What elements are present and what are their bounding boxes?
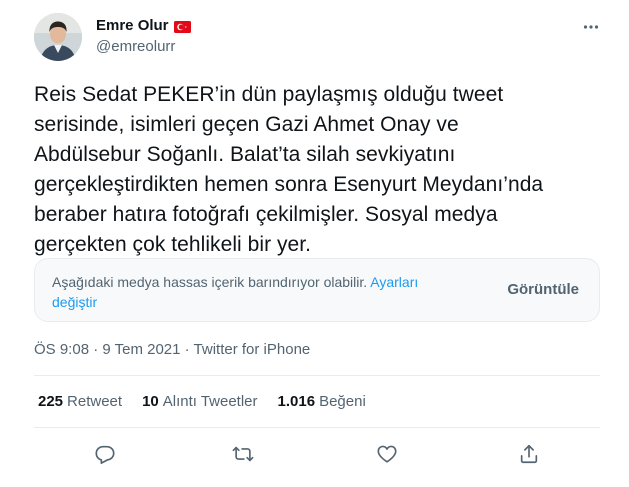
likes-stat[interactable]: 1.016 Beğeni [278,392,366,412]
sensitive-warning-label: Aşağıdaki medya hassas içerik barındırıy… [52,274,371,290]
divider [34,375,600,376]
tweet-text-line: Reis Sedat PEKER’in dün paylaşmış olduğu… [34,83,504,106]
heart-icon[interactable] [374,441,400,467]
tweet-timestamp[interactable]: ÖS 9:08 · 9 Tem 2021 · Twitter for iPhon… [34,340,310,360]
quotes-count: 10 [142,393,159,410]
tweet-text-line: beraber hatıra fotoğrafı çekilmişler. So… [34,203,498,226]
display-name[interactable]: Emre Olur [96,16,169,36]
likes-count: 1.016 [277,393,316,410]
tweet-text-line: serisinde, isimleri geçen Gazi Ahmet Ona… [34,113,459,136]
likes-label: Beğeni [319,393,366,410]
tweet-text-line: gerçekten çok tehlikeli bir yer. [34,233,312,256]
retweets-label: Retweet [67,393,123,410]
reply-icon[interactable] [92,441,118,467]
more-dots-icon[interactable] [578,14,604,40]
tweet-stats: 225 Retweet 10 Alıntı Tweetler 1.016 Beğeni [38,392,386,412]
retweets-stat[interactable]: 225 Retweet [38,392,122,412]
sensitive-media-warning: Aşağıdaki medya hassas içerik barındırıy… [34,258,600,322]
tweet-actions [34,428,600,480]
turkey-flag-icon [173,20,191,33]
tweet-text-line: Abdülsebur Soğanlı. Balat’ta silah sevki… [34,143,456,166]
tweet-text: Reis Sedat PEKER’in dün paylaşmış olduğu… [34,80,604,260]
handle[interactable]: @emreolurr [96,37,191,57]
avatar[interactable] [34,13,82,61]
quotes-label: Alıntı Tweetler [162,393,258,410]
retweet-icon[interactable] [230,441,256,467]
view-media-button[interactable]: Görüntüle [507,281,579,298]
share-icon[interactable] [516,441,542,467]
tweet: Emre Olur @emreolurr Reis Sedat PEKER’in… [0,0,629,487]
author-info: Emre Olur @emreolurr [96,16,191,57]
retweets-count: 225 [38,393,64,410]
sensitive-media-text: Aşağıdaki medya hassas içerik barındırıy… [52,272,452,312]
tweet-text-line: gerçekleştirdikten hemen sonra Esenyurt … [34,173,544,196]
quotes-stat[interactable]: 10 Alıntı Tweetler [142,392,257,412]
